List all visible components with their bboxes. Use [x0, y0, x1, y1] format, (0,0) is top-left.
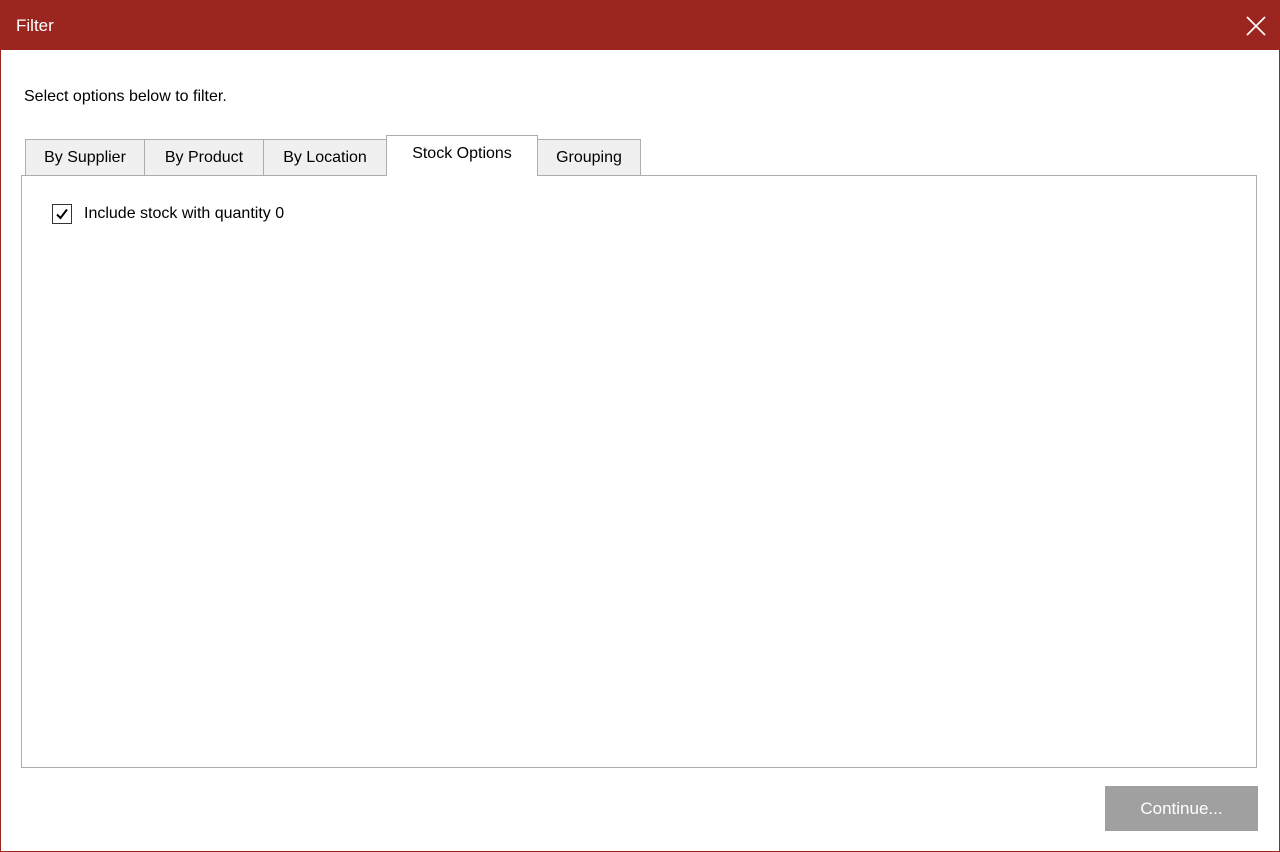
- tab-grouping[interactable]: Grouping: [537, 139, 641, 175]
- close-icon: [1246, 15, 1266, 36]
- tab-by-supplier[interactable]: By Supplier: [25, 139, 145, 175]
- window-title: Filter: [16, 16, 54, 35]
- tab-stock-options[interactable]: Stock Options: [386, 135, 538, 176]
- tab-by-location[interactable]: By Location: [263, 139, 387, 175]
- title-bar: Filter: [1, 1, 1279, 50]
- include-zero-qty-option[interactable]: Include stock with quantity 0: [52, 204, 284, 224]
- include-zero-qty-checkbox[interactable]: [52, 204, 72, 224]
- filter-dialog: Filter Select options below to filter. B…: [0, 0, 1280, 852]
- instructions-text: Select options below to filter.: [24, 88, 227, 105]
- include-zero-qty-label: Include stock with quantity 0: [84, 205, 285, 222]
- stock-options-panel: Include stock with quantity 0: [21, 175, 1257, 768]
- close-button[interactable]: [1233, 1, 1279, 50]
- continue-button[interactable]: Continue...: [1105, 786, 1258, 831]
- tab-by-product[interactable]: By Product: [144, 139, 264, 175]
- checkmark-icon: [56, 208, 68, 220]
